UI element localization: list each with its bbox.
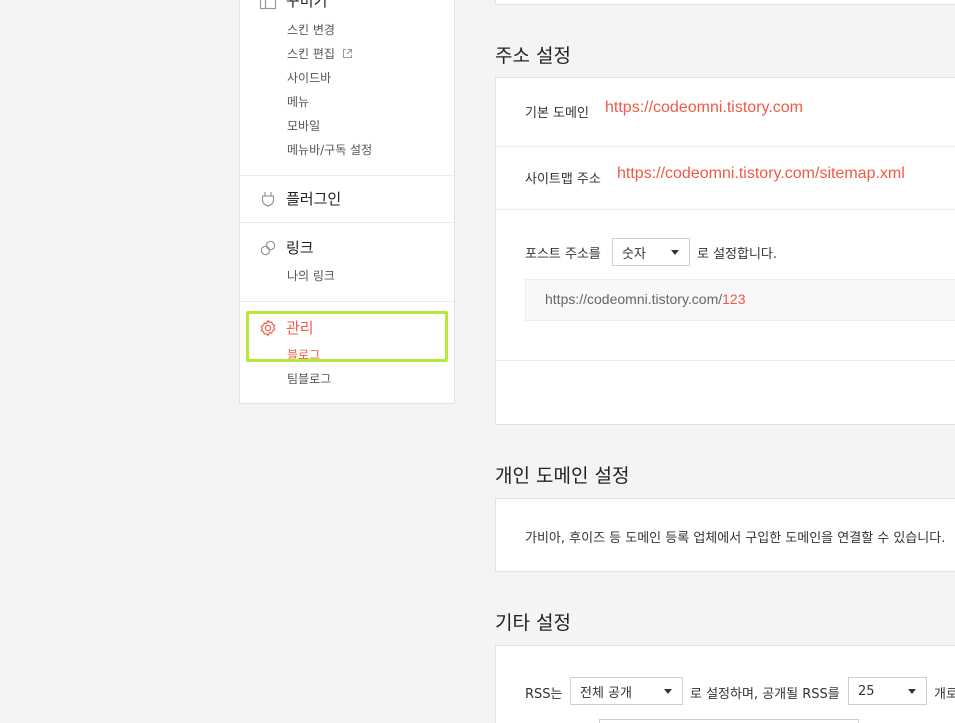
sidebar-item-menu[interactable]: 메뉴 (287, 93, 309, 110)
personal-domain-description: 가비아, 후이즈 등 도메인 등록 업체에서 구입한 도메인을 연결할 수 있습… (525, 531, 946, 546)
sidebar-divider (240, 222, 454, 223)
sidebar-item-team-blog[interactable]: 팀블로그 (287, 370, 331, 387)
sidebar-item-mobile[interactable]: 모바일 (287, 117, 320, 134)
rss-label: RSS는 (525, 687, 563, 702)
sidebar-title-link: 링크 (286, 239, 314, 257)
sidebar-head-design[interactable]: 꾸미기 (258, 0, 327, 11)
personal-domain-card: 가비아, 후이즈 등 도메인 등록 업체에서 구입한 도메인을 연결할 수 있습… (495, 498, 955, 572)
previous-card (495, 0, 955, 5)
basic-domain-label: 기본 도메인 (525, 106, 589, 121)
address-card: 기본 도메인 https://codeomni.tistory.com 사이트맵… (495, 77, 955, 425)
layout-icon (258, 0, 278, 11)
post-address-suffix: 로 설정합니다. (697, 247, 778, 262)
link-icon (258, 238, 278, 258)
address-section-title: 주소 설정 (495, 45, 571, 67)
sidebar-item-my-link[interactable]: 나의 링크 (287, 267, 335, 284)
post-address-select[interactable]: 숫자 (612, 238, 690, 266)
other-section-title: 기타 설정 (495, 612, 571, 634)
sidebar-title-design: 꾸미기 (286, 0, 328, 10)
rss-middle-text: 로 설정하며, 공개될 RSS를 (690, 687, 840, 702)
row-divider (496, 360, 955, 361)
sidebar-head-link[interactable]: 링크 (258, 238, 314, 258)
selection-highlight (246, 311, 448, 362)
row-divider (496, 146, 955, 147)
sidebar-item-menubar[interactable]: 메뉴바/구독 설정 (287, 141, 372, 158)
rss-suffix: 개로 (934, 687, 955, 702)
sidebar-item-skin-change[interactable]: 스킨 변경 (287, 21, 335, 38)
post-address-prefix: 포스트 주소를 (525, 247, 601, 262)
rss-count-select[interactable]: 25 (848, 677, 927, 705)
post-address-preview: https://codeomni.tistory.com/123 (525, 279, 955, 321)
external-link-icon (342, 49, 352, 58)
caret-down-icon (908, 689, 916, 694)
sidebar-head-plugin[interactable]: 플러그인 (258, 189, 341, 209)
caret-down-icon (664, 689, 672, 694)
plug-icon (258, 189, 278, 209)
basic-domain-link[interactable]: https://codeomni.tistory.com (605, 99, 803, 117)
sidebar-title-plugin: 플러그인 (286, 190, 342, 208)
sidebar-divider (240, 301, 454, 302)
partial-input[interactable] (599, 719, 859, 723)
rss-visibility-select[interactable]: 전체 공개 (570, 677, 683, 705)
sitemap-link[interactable]: https://codeomni.tistory.com/sitemap.xml (617, 165, 905, 183)
post-address-row: 포스트 주소를 숫자 로 설정합니다. https://codeomni.tis… (496, 209, 955, 360)
sitemap-label: 사이트맵 주소 (525, 172, 601, 187)
sidebar-item-sidebar[interactable]: 사이드바 (287, 69, 331, 86)
caret-down-icon (671, 250, 679, 255)
sidebar-divider (240, 175, 454, 176)
sidebar-item-skin-edit[interactable]: 스킨 편집 (287, 45, 353, 62)
personal-domain-section-title: 개인 도메인 설정 (495, 465, 630, 487)
other-card: RSS는 전체 공개 로 설정하며, 공개될 RSS를 25 개로 (495, 645, 955, 723)
